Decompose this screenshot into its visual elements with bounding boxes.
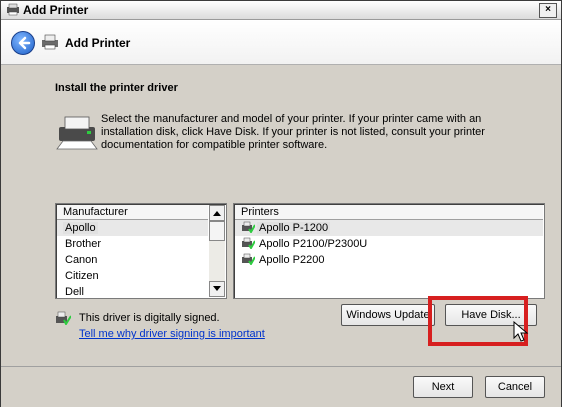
manufacturer-item[interactable]: Citizen — [57, 268, 208, 284]
section-heading: Install the printer driver — [55, 82, 178, 94]
arrow-down-icon — [213, 286, 221, 291]
nav-bar: Add Printer — [1, 20, 561, 65]
manufacturer-listbox[interactable]: Manufacturer Apollo Brother Canon Citize… — [55, 203, 227, 299]
title-bar: Add Printer × — [1, 1, 561, 20]
window-title: Add Printer — [23, 3, 89, 17]
printers-column-header[interactable]: Printers — [235, 205, 543, 220]
driver-signing-link[interactable]: Tell me why driver signing is important — [79, 328, 265, 340]
scroll-up-button[interactable] — [209, 205, 225, 221]
add-printer-window: Add Printer × Add Printer Install the pr… — [0, 0, 562, 407]
manufacturer-item[interactable]: Apollo — [57, 220, 208, 236]
wizard-footer: Next Cancel — [1, 366, 561, 407]
back-button[interactable] — [11, 31, 35, 55]
scroll-thumb[interactable] — [209, 221, 225, 241]
section-description: Select the manufacturer and model of you… — [101, 113, 485, 151]
printer-item[interactable]: Apollo P2100/P2300U — [235, 236, 543, 252]
printer-app-icon — [7, 3, 19, 16]
close-button[interactable]: × — [539, 3, 557, 18]
manufacturer-item[interactable]: Brother — [57, 236, 208, 252]
manufacturer-items: Apollo Brother Canon Citizen Dell — [57, 220, 208, 298]
printer-item[interactable]: Apollo P-1200 — [235, 220, 543, 236]
manufacturer-column-header[interactable]: Manufacturer — [57, 205, 208, 220]
nav-title: Add Printer — [65, 36, 131, 50]
next-button[interactable]: Next — [413, 376, 473, 398]
manufacturer-item[interactable]: Canon — [57, 252, 208, 268]
manufacturer-scrollbar[interactable] — [209, 205, 225, 297]
mouse-pointer-icon — [513, 321, 529, 342]
printer-driver-icon — [56, 116, 98, 150]
arrow-up-icon — [213, 211, 221, 216]
cancel-button[interactable]: Cancel — [485, 376, 545, 398]
printer-item[interactable]: Apollo P2200 — [235, 252, 543, 268]
printers-listbox[interactable]: Printers Apollo P-1200 Apollo P2100/P230… — [233, 203, 545, 299]
signed-driver-icon — [56, 311, 71, 325]
signed-driver-icon — [242, 237, 255, 249]
scroll-down-button[interactable] — [209, 281, 225, 297]
signed-driver-icon — [242, 253, 255, 265]
back-arrow-icon — [18, 36, 31, 50]
printer-items: Apollo P-1200 Apollo P2100/P2300U Apollo… — [235, 220, 543, 268]
printer-icon — [42, 34, 58, 50]
manufacturer-item[interactable]: Dell — [57, 284, 208, 298]
signed-driver-icon — [242, 221, 255, 233]
signing-status: This driver is digitally signed. — [79, 312, 220, 324]
windows-update-button[interactable]: Windows Update — [341, 304, 435, 326]
